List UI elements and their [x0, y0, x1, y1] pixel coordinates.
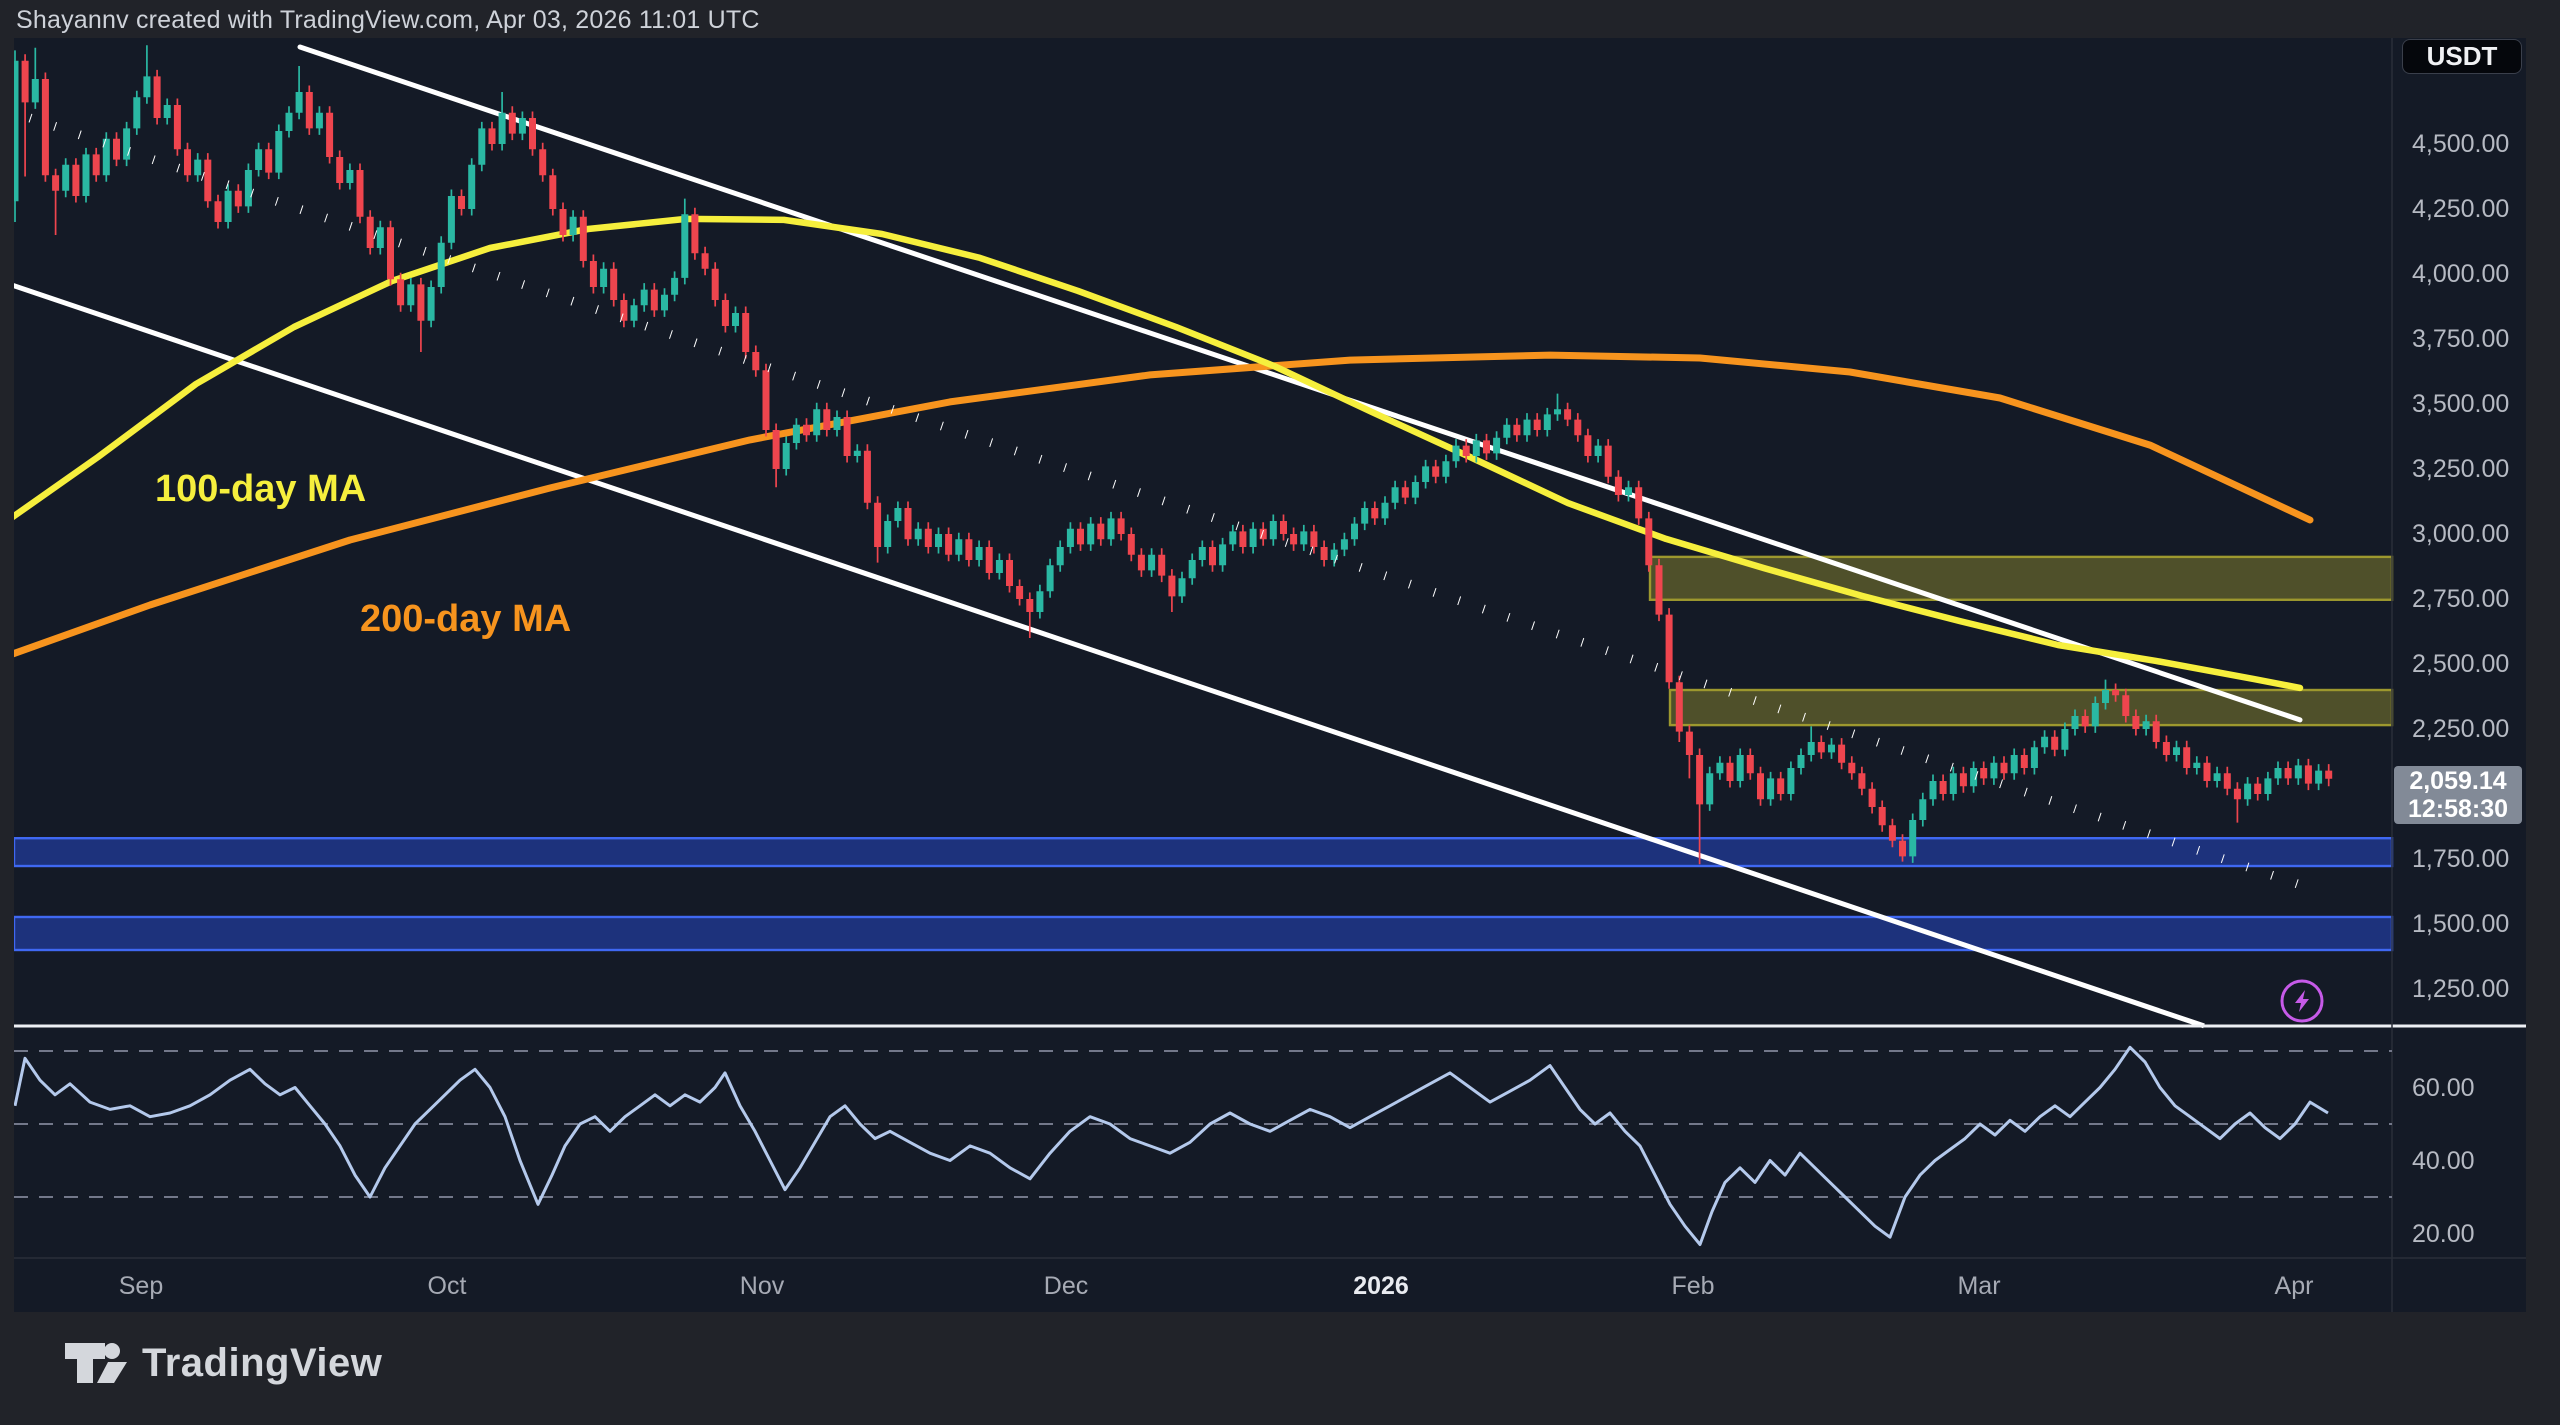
price-tick-2250[interactable]: 2,250.00 — [2412, 715, 2509, 744]
zone-resistance-lower — [1670, 690, 2392, 725]
time-tick-Nov[interactable]: Nov — [740, 1272, 784, 1301]
channel-upper-trendline — [300, 47, 2300, 720]
price-tick-3750[interactable]: 3,750.00 — [2412, 325, 2509, 354]
last-price-badge: 2,059.14 12:58:30 — [2394, 766, 2522, 824]
tradingview-logo-icon — [64, 1340, 128, 1386]
price-tick-1750[interactable]: 1,750.00 — [2412, 845, 2509, 874]
time-tick-Dec[interactable]: Dec — [1044, 1272, 1088, 1301]
price-tick-3250[interactable]: 3,250.00 — [2412, 455, 2509, 484]
time-tick-Oct[interactable]: Oct — [428, 1272, 467, 1301]
channel-lower-trendline — [14, 281, 2204, 1026]
attribution-text: Shayannv created with TradingView.com, A… — [16, 6, 760, 35]
time-tick-Apr[interactable]: Apr — [2275, 1272, 2314, 1301]
rsi-tick-20[interactable]: 20.00 — [2412, 1220, 2475, 1249]
price-tick-1500[interactable]: 1,500.00 — [2412, 910, 2509, 939]
last-price-value: 2,059.14 — [2409, 767, 2506, 795]
tradingview-wordmark: TradingView — [142, 1341, 382, 1386]
ma200-label: 200-day MA — [360, 598, 571, 641]
ma100-line — [14, 219, 2300, 688]
price-tick-2500[interactable]: 2,500.00 — [2412, 650, 2509, 679]
time-tick-Sep[interactable]: Sep — [119, 1272, 163, 1301]
time-tick-2026[interactable]: 2026 — [1353, 1272, 1409, 1301]
price-tick-4250[interactable]: 4,250.00 — [2412, 195, 2509, 224]
channel-dotted-midline — [30, 118, 2310, 888]
rsi-line — [15, 1047, 2328, 1244]
zone-resistance-upper — [1650, 557, 2392, 600]
price-tick-3500[interactable]: 3,500.00 — [2412, 390, 2509, 419]
price-tick-4500[interactable]: 4,500.00 — [2412, 130, 2509, 159]
tradingview-snapshot: Shayannv created with TradingView.com, A… — [0, 0, 2560, 1425]
chart-canvas[interactable] — [14, 38, 2526, 1312]
bar-countdown: 12:58:30 — [2408, 795, 2508, 823]
tradingview-logo[interactable]: TradingView — [64, 1340, 382, 1386]
lightning-icon — [2295, 990, 2309, 1012]
rsi-tick-60[interactable]: 60.00 — [2412, 1074, 2475, 1103]
time-tick-Mar[interactable]: Mar — [1957, 1272, 2000, 1301]
price-tick-4000[interactable]: 4,000.00 — [2412, 260, 2509, 289]
ma100-label: 100-day MA — [155, 468, 366, 511]
symbol-currency-chip[interactable]: USDT — [2402, 39, 2522, 74]
price-tick-2750[interactable]: 2,750.00 — [2412, 585, 2509, 614]
zone-support-upper — [14, 838, 2392, 866]
rsi-tick-40[interactable]: 40.00 — [2412, 1147, 2475, 1176]
price-tick-3000[interactable]: 3,000.00 — [2412, 520, 2509, 549]
lightning-fab[interactable] — [2282, 981, 2322, 1021]
price-tick-1250[interactable]: 1,250.00 — [2412, 975, 2509, 1004]
zone-support-lower — [14, 917, 2392, 950]
candle-bodies-down — [14, 61, 2332, 857]
time-tick-Feb[interactable]: Feb — [1671, 1272, 1714, 1301]
